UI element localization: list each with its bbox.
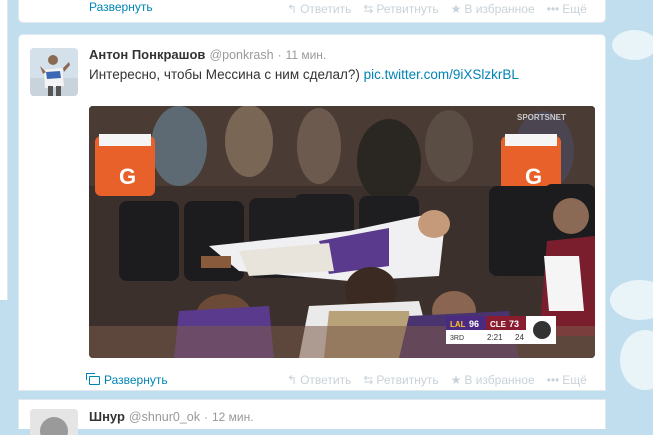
avatar[interactable] (30, 48, 78, 96)
score-value1: 96 (469, 319, 479, 329)
reply-action[interactable]: ↰ Ответить (287, 373, 351, 387)
author-username[interactable]: @ponkrash (209, 48, 273, 62)
scoreboard: LAL 96 CLE 73 3RD 2:21 24 (446, 316, 556, 344)
media-image: G G SPORTSNET LAL 96 CLE 73 3RD 2:21 24 (89, 106, 595, 358)
reply-action[interactable]: ↰ Ответить (287, 2, 351, 16)
retweet-label[interactable]: Ретвитнуть (376, 373, 438, 387)
reply-label[interactable]: Ответить (300, 373, 351, 387)
tweet-header: Шнур @shnur0_ok · 12 мин. (89, 409, 254, 424)
more-action[interactable]: ••• Ещё (547, 373, 587, 387)
reply-icon: ↰ (287, 2, 298, 16)
background-cloud (610, 280, 653, 320)
score-team1: LAL (450, 320, 466, 329)
svg-text:G: G (525, 164, 542, 189)
retweet-icon: ⇆ (363, 2, 374, 16)
tweet-actions: ↰ Ответить ⇆ Ретвитнуть ★ В избранное ••… (287, 373, 587, 387)
favorite-label[interactable]: В избранное (464, 2, 534, 16)
retweet-label[interactable]: Ретвитнуть (376, 2, 438, 16)
reply-label[interactable]: Ответить (300, 2, 351, 16)
favorite-action[interactable]: ★ В избранное (451, 2, 535, 16)
svg-text:G: G (119, 164, 136, 189)
tweet-timestamp[interactable]: 12 мин. (212, 410, 254, 424)
background-cloud (612, 30, 653, 60)
retweet-icon: ⇆ (363, 373, 374, 387)
expand-label[interactable]: Развернуть (89, 0, 153, 14)
left-panel-edge (0, 0, 8, 300)
tweet-media-photo[interactable]: G G SPORTSNET LAL 96 CLE 73 3RD 2:21 24 (89, 106, 595, 358)
score-period: 3RD (450, 335, 464, 342)
author-fullname[interactable]: Антон Понкрашов (89, 47, 205, 62)
header-separator: · (204, 410, 208, 424)
expand-icon (86, 372, 100, 385)
tweet-text: Интересно, чтобы Мессина с ним сделал?) … (89, 67, 519, 82)
tweet-stream: Развернуть ↰ Ответить ⇆ Ретвитнуть ★ В и… (18, 0, 606, 435)
favorite-action[interactable]: ★ В избранное (451, 373, 535, 387)
more-icon: ••• (546, 373, 560, 387)
media-watermark: SPORTSNET (517, 113, 566, 122)
tweet[interactable]: Антон Понкрашов @ponkrash · 11 мин. Инте… (18, 34, 606, 391)
score-team2: CLE (490, 320, 507, 329)
star-icon: ★ (450, 2, 462, 16)
expand-link[interactable]: Развернуть (86, 372, 168, 387)
reply-icon: ↰ (287, 373, 298, 387)
retweet-action[interactable]: ⇆ Ретвитнуть (363, 2, 438, 16)
avatar[interactable] (30, 409, 78, 435)
avatar-image (30, 48, 78, 96)
tweet-timestamp[interactable]: 11 мин. (286, 48, 327, 62)
author-fullname[interactable]: Шнур (89, 409, 125, 424)
more-action[interactable]: ••• Ещё (547, 2, 587, 16)
more-label[interactable]: Ещё (562, 373, 587, 387)
more-icon: ••• (546, 2, 560, 16)
background-cloud (620, 330, 653, 390)
retweet-action[interactable]: ⇆ Ретвитнуть (363, 373, 438, 387)
tweet-actions: ↰ Ответить ⇆ Ретвитнуть ★ В избранное ••… (287, 2, 587, 16)
score-clock: 2:21 (487, 333, 503, 342)
more-label[interactable]: Ещё (562, 2, 587, 16)
header-separator: · (277, 48, 282, 62)
score-shot-clock: 24 (515, 333, 524, 342)
avatar-image (30, 409, 78, 435)
previous-tweet[interactable]: Развернуть ↰ Ответить ⇆ Ретвитнуть ★ В и… (18, 0, 606, 23)
star-icon: ★ (450, 373, 462, 387)
expand-label[interactable]: Развернуть (104, 373, 168, 387)
tweet-media-link[interactable]: pic.twitter.com/9iXSlzkrBL (364, 67, 519, 82)
favorite-label[interactable]: В избранное (464, 373, 534, 387)
score-value2: 73 (509, 319, 519, 329)
tweet-text-body: Интересно, чтобы Мессина с ним сделал?) (89, 67, 360, 82)
expand-link[interactable]: Развернуть (89, 0, 153, 14)
tweet-header: Антон Понкрашов @ponkrash · 11 мин. (89, 47, 326, 62)
author-username[interactable]: @shnur0_ok (129, 410, 200, 424)
